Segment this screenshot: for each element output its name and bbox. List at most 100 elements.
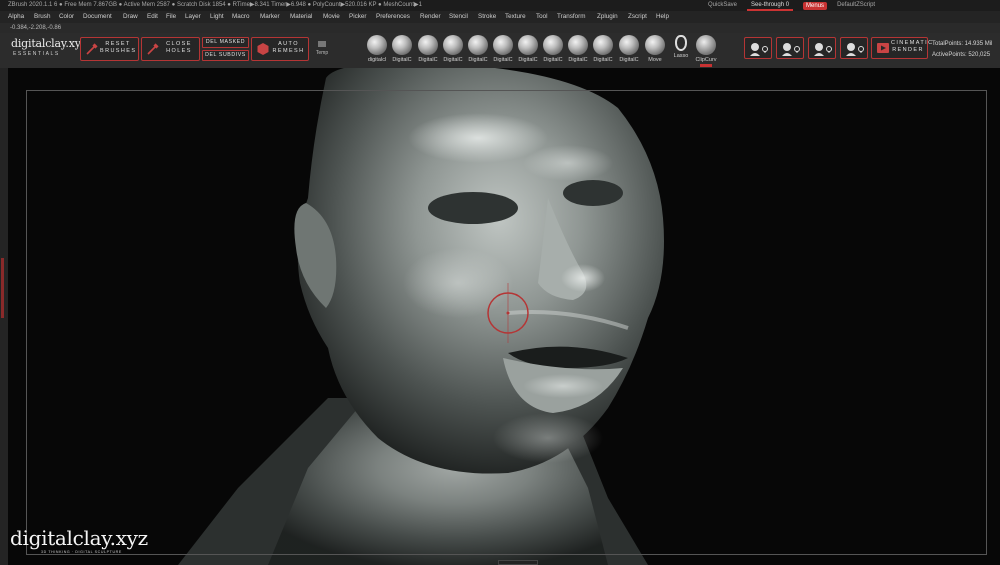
- brush-label: DigitalC: [443, 57, 463, 63]
- menu-stroke[interactable]: Stroke: [478, 11, 496, 23]
- cinematic-render-button[interactable]: CINEMATIC RENDER: [871, 37, 934, 59]
- brush-preview-icon: [367, 35, 387, 55]
- close-holes-button[interactable]: CLOSE HOLES: [141, 37, 200, 61]
- brush-icon: [147, 43, 159, 55]
- reset-brushes-label-1: RESET: [105, 41, 131, 47]
- brush-10-digitalc[interactable]: DigitalC: [616, 35, 642, 67]
- brush-label: DigitalC: [518, 57, 538, 63]
- brush-label: Move: [648, 57, 662, 63]
- menu-edit[interactable]: Edit: [147, 11, 158, 23]
- del-subdivs-button[interactable]: DEL SUBDIVS: [202, 50, 249, 61]
- see-through-slider[interactable]: See-through 0: [747, 0, 794, 11]
- logo-text: digitalclay.xyz: [11, 37, 87, 50]
- menu-movie[interactable]: Movie: [323, 11, 340, 23]
- auto-remesh-label-2: REMESH: [272, 48, 305, 54]
- light-preset-2-button[interactable]: [776, 37, 804, 59]
- brush-4-digitalc[interactable]: DigitalC: [465, 35, 491, 67]
- total-points: TotalPoints: 14.935 Mil: [932, 41, 993, 47]
- play-icon: [877, 43, 889, 53]
- brush-label: DigitalC: [543, 57, 563, 63]
- temp-button[interactable]: Temp: [313, 41, 331, 63]
- menu-preferences[interactable]: Preferences: [376, 11, 410, 23]
- active-points: ActivePoints: 520,025: [932, 52, 991, 58]
- brush-preview-icon: [543, 35, 563, 55]
- brush-label: DigitalC: [468, 57, 488, 63]
- brush-9-digitalc[interactable]: DigitalC: [590, 35, 616, 67]
- del-masked-button[interactable]: DEL MASKED: [202, 37, 249, 48]
- light-preset-1-button[interactable]: [744, 37, 772, 59]
- title-bar: ZBrush 2020.1.1 6 ● Free Mem 7.867GB ● A…: [0, 0, 1000, 11]
- head-light-icon: [782, 43, 800, 56]
- head-light-icon: [750, 43, 768, 56]
- close-holes-label-1: CLOSE: [166, 41, 192, 47]
- status-info: ZBrush 2020.1.1 6 ● Free Mem 7.867GB ● A…: [8, 2, 422, 8]
- menu-picker[interactable]: Picker: [349, 11, 367, 23]
- default-zscript-button[interactable]: DefaultZScript: [837, 0, 875, 11]
- cinematic-label-1: CINEMATIC: [891, 40, 934, 46]
- document-frame: [26, 90, 987, 555]
- brush-3-digitalc[interactable]: DigitalC: [440, 35, 466, 67]
- light-preset-4-button[interactable]: [840, 37, 868, 59]
- brush-8-digitalc[interactable]: DigitalC: [565, 35, 591, 67]
- brush-label: digitalcl: [367, 57, 387, 63]
- menu-tool[interactable]: Tool: [536, 11, 548, 23]
- brush-preview-icon: [593, 35, 613, 55]
- menu-document[interactable]: Document: [83, 11, 112, 23]
- menu-zplugin[interactable]: Zplugin: [597, 11, 618, 23]
- menu-light[interactable]: Light: [210, 11, 224, 23]
- brush-11-move[interactable]: Move: [642, 35, 668, 67]
- brush-preview-icon: [675, 35, 687, 51]
- menu-render[interactable]: Render: [420, 11, 441, 23]
- brush-label: DigitalC: [568, 57, 588, 63]
- active-brush-indicator: [700, 64, 712, 67]
- menu-transform[interactable]: Transform: [557, 11, 585, 23]
- brush-2-digitalc[interactable]: DigitalC: [415, 35, 441, 67]
- brush-preview-icon: [468, 35, 488, 55]
- menu-zscript[interactable]: Zscript: [628, 11, 647, 23]
- reset-brushes-label-2: BRUSHES: [100, 48, 137, 54]
- bottom-tray-handle[interactable]: [498, 560, 538, 565]
- brand-logo: digitalclay.xyz ESSENTIALS: [11, 37, 87, 63]
- menu-material[interactable]: Material: [290, 11, 312, 23]
- menus-toggle[interactable]: Menus: [803, 1, 828, 10]
- temp-icon: [318, 41, 326, 47]
- brush-label: DigitalC: [619, 57, 639, 63]
- close-holes-label-2: HOLES: [166, 48, 192, 54]
- menu-texture[interactable]: Texture: [505, 11, 526, 23]
- menu-marker[interactable]: Marker: [260, 11, 280, 23]
- auto-remesh-label-1: AUTO: [278, 41, 299, 47]
- menu-stencil[interactable]: Stencil: [449, 11, 468, 23]
- brush-0-digitalcl[interactable]: digitalcl: [364, 35, 390, 67]
- point-stats: TotalPoints: 14.935 Mil ActivePoints: 52…: [932, 39, 992, 61]
- logo-subtitle: ESSENTIALS: [13, 51, 60, 57]
- menu-draw[interactable]: Draw: [123, 11, 138, 23]
- brush-label: DigitalC: [392, 57, 412, 63]
- reset-brushes-button[interactable]: RESET BRUSHES: [80, 37, 139, 61]
- watermark-tagline: 3D THINKING · DIGITAL SCULPTURE: [41, 550, 122, 554]
- menu-brush[interactable]: Brush: [34, 11, 50, 23]
- brush-icon: [86, 43, 98, 55]
- light-preset-3-button[interactable]: [808, 37, 836, 59]
- brush-label: DigitalC: [593, 57, 613, 63]
- brush-1-digitalc[interactable]: DigitalC: [389, 35, 415, 67]
- menu-layer[interactable]: Layer: [185, 11, 201, 23]
- brush-label: Lasso: [673, 53, 689, 59]
- quicksave-button[interactable]: QuickSave: [708, 0, 737, 11]
- left-tray-handle[interactable]: [0, 68, 8, 565]
- brush-7-digitalc[interactable]: DigitalC: [540, 35, 566, 67]
- brush-preview-icon: [392, 35, 412, 55]
- head-light-icon: [846, 43, 864, 56]
- cinematic-label-2: RENDER: [892, 47, 924, 53]
- menu-alpha[interactable]: Alpha: [8, 11, 24, 23]
- menu-help[interactable]: Help: [656, 11, 669, 23]
- temp-label: Temp: [315, 50, 329, 56]
- brush-6-digitalc[interactable]: DigitalC: [515, 35, 541, 67]
- auto-remesh-button[interactable]: AUTO REMESH: [251, 37, 309, 61]
- brush-12-lasso[interactable]: Lasso: [668, 35, 694, 67]
- menu-color[interactable]: Color: [59, 11, 74, 23]
- menu-macro[interactable]: Macro: [232, 11, 250, 23]
- viewport-canvas[interactable]: digitalclay.xyz 3D THINKING · DIGITAL SC…: [8, 68, 1000, 565]
- brush-5-digitalc[interactable]: DigitalC: [490, 35, 516, 67]
- brush-13-clipcurv[interactable]: ClipCurv: [693, 35, 719, 67]
- menu-file[interactable]: File: [166, 11, 176, 23]
